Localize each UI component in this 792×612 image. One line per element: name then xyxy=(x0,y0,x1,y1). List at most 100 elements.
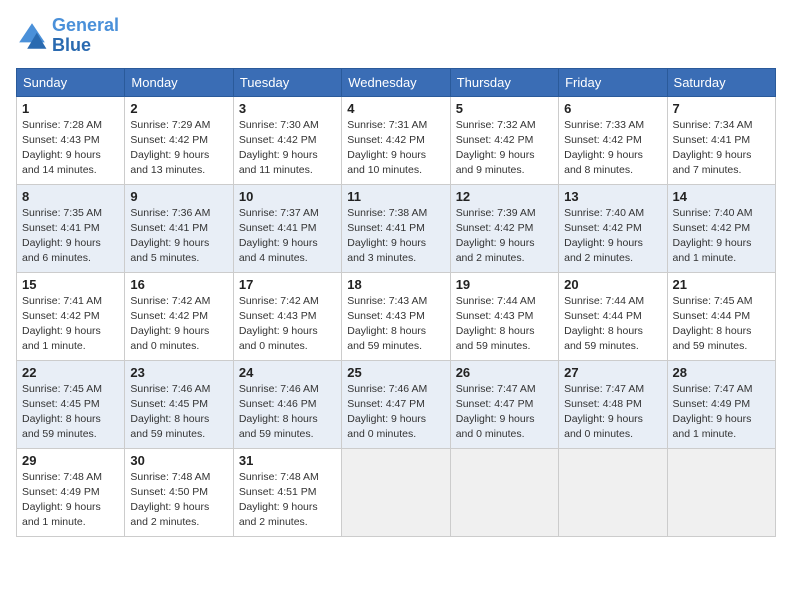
day-info: Sunrise: 7:44 AMSunset: 4:43 PMDaylight:… xyxy=(456,294,553,355)
day-info: Sunrise: 7:48 AMSunset: 4:51 PMDaylight:… xyxy=(239,470,336,531)
day-number: 26 xyxy=(456,365,553,380)
day-info: Sunrise: 7:48 AMSunset: 4:50 PMDaylight:… xyxy=(130,470,227,531)
day-number: 15 xyxy=(22,277,119,292)
day-number: 4 xyxy=(347,101,444,116)
day-info: Sunrise: 7:31 AMSunset: 4:42 PMDaylight:… xyxy=(347,118,444,179)
day-number: 19 xyxy=(456,277,553,292)
calendar-week-row: 15 Sunrise: 7:41 AMSunset: 4:42 PMDayligh… xyxy=(17,272,776,360)
calendar-cell: 20 Sunrise: 7:44 AMSunset: 4:44 PMDayligh… xyxy=(559,272,667,360)
calendar-cell: 13 Sunrise: 7:40 AMSunset: 4:42 PMDayligh… xyxy=(559,184,667,272)
calendar-cell: 27Sunrise: 7:47 AMSunset: 4:48 PMDayligh… xyxy=(559,360,667,448)
day-header-saturday: Saturday xyxy=(667,68,775,96)
day-number: 16 xyxy=(130,277,227,292)
calendar-cell: 28 Sunrise: 7:47 AMSunset: 4:49 PMDayligh… xyxy=(667,360,775,448)
calendar-cell: 11 Sunrise: 7:38 AMSunset: 4:41 PMDayligh… xyxy=(342,184,450,272)
day-number: 20 xyxy=(564,277,661,292)
calendar-cell xyxy=(342,448,450,536)
day-info: Sunrise: 7:32 AMSunset: 4:42 PMDaylight:… xyxy=(456,118,553,179)
day-info: Sunrise: 7:30 AMSunset: 4:42 PMDaylight:… xyxy=(239,118,336,179)
calendar-cell: 3 Sunrise: 7:30 AMSunset: 4:42 PMDaylight… xyxy=(233,96,341,184)
day-info: Sunrise: 7:45 AMSunset: 4:45 PMDaylight:… xyxy=(22,382,119,443)
calendar-cell: 29 Sunrise: 7:48 AMSunset: 4:49 PMDayligh… xyxy=(17,448,125,536)
calendar-cell: 15 Sunrise: 7:41 AMSunset: 4:42 PMDayligh… xyxy=(17,272,125,360)
calendar-week-row: 8 Sunrise: 7:35 AMSunset: 4:41 PMDaylight… xyxy=(17,184,776,272)
day-number: 18 xyxy=(347,277,444,292)
day-info: Sunrise: 7:47 AMSunset: 4:49 PMDaylight:… xyxy=(673,382,770,443)
calendar-cell: 12 Sunrise: 7:39 AMSunset: 4:42 PMDayligh… xyxy=(450,184,558,272)
calendar-cell: 8 Sunrise: 7:35 AMSunset: 4:41 PMDaylight… xyxy=(17,184,125,272)
logo: General Blue xyxy=(16,16,119,56)
day-info: Sunrise: 7:46 AMSunset: 4:46 PMDaylight:… xyxy=(239,382,336,443)
calendar-week-row: 1 Sunrise: 7:28 AMSunset: 4:43 PMDaylight… xyxy=(17,96,776,184)
calendar-cell: 1 Sunrise: 7:28 AMSunset: 4:43 PMDaylight… xyxy=(17,96,125,184)
calendar-cell: 4 Sunrise: 7:31 AMSunset: 4:42 PMDaylight… xyxy=(342,96,450,184)
day-number: 17 xyxy=(239,277,336,292)
calendar-cell: 14 Sunrise: 7:40 AMSunset: 4:42 PMDayligh… xyxy=(667,184,775,272)
day-number: 29 xyxy=(22,453,119,468)
day-info: Sunrise: 7:38 AMSunset: 4:41 PMDaylight:… xyxy=(347,206,444,267)
day-number: 28 xyxy=(673,365,770,380)
calendar-cell: 5Sunrise: 7:32 AMSunset: 4:42 PMDaylight… xyxy=(450,96,558,184)
day-info: Sunrise: 7:39 AMSunset: 4:42 PMDaylight:… xyxy=(456,206,553,267)
calendar-cell xyxy=(559,448,667,536)
logo-text: General Blue xyxy=(52,16,119,56)
calendar: SundayMondayTuesdayWednesdayThursdayFrid… xyxy=(16,68,776,537)
day-number: 14 xyxy=(673,189,770,204)
calendar-cell: 19 Sunrise: 7:44 AMSunset: 4:43 PMDayligh… xyxy=(450,272,558,360)
day-info: Sunrise: 7:40 AMSunset: 4:42 PMDaylight:… xyxy=(564,206,661,267)
calendar-cell xyxy=(667,448,775,536)
calendar-cell: 22 Sunrise: 7:45 AMSunset: 4:45 PMDayligh… xyxy=(17,360,125,448)
day-info: Sunrise: 7:40 AMSunset: 4:42 PMDaylight:… xyxy=(673,206,770,267)
calendar-cell: 24 Sunrise: 7:46 AMSunset: 4:46 PMDayligh… xyxy=(233,360,341,448)
day-info: Sunrise: 7:35 AMSunset: 4:41 PMDaylight:… xyxy=(22,206,119,267)
day-info: Sunrise: 7:34 AMSunset: 4:41 PMDaylight:… xyxy=(673,118,770,179)
day-info: Sunrise: 7:48 AMSunset: 4:49 PMDaylight:… xyxy=(22,470,119,531)
day-number: 21 xyxy=(673,277,770,292)
calendar-cell: 16 Sunrise: 7:42 AMSunset: 4:42 PMDayligh… xyxy=(125,272,233,360)
day-info: Sunrise: 7:47 AMSunset: 4:47 PMDaylight:… xyxy=(456,382,553,443)
day-number: 12 xyxy=(456,189,553,204)
day-info: Sunrise: 7:44 AMSunset: 4:44 PMDaylight:… xyxy=(564,294,661,355)
day-number: 27 xyxy=(564,365,661,380)
calendar-cell: 6 Sunrise: 7:33 AMSunset: 4:42 PMDaylight… xyxy=(559,96,667,184)
day-number: 11 xyxy=(347,189,444,204)
calendar-cell: 30 Sunrise: 7:48 AMSunset: 4:50 PMDayligh… xyxy=(125,448,233,536)
day-number: 3 xyxy=(239,101,336,116)
day-info: Sunrise: 7:41 AMSunset: 4:42 PMDaylight:… xyxy=(22,294,119,355)
calendar-cell: 31 Sunrise: 7:48 AMSunset: 4:51 PMDayligh… xyxy=(233,448,341,536)
day-number: 13 xyxy=(564,189,661,204)
day-number: 6 xyxy=(564,101,661,116)
day-info: Sunrise: 7:28 AMSunset: 4:43 PMDaylight:… xyxy=(22,118,119,179)
calendar-cell: 25 Sunrise: 7:46 AMSunset: 4:47 PMDayligh… xyxy=(342,360,450,448)
day-info: Sunrise: 7:42 AMSunset: 4:42 PMDaylight:… xyxy=(130,294,227,355)
day-info: Sunrise: 7:29 AMSunset: 4:42 PMDaylight:… xyxy=(130,118,227,179)
day-number: 10 xyxy=(239,189,336,204)
day-number: 25 xyxy=(347,365,444,380)
day-number: 8 xyxy=(22,189,119,204)
day-number: 30 xyxy=(130,453,227,468)
day-number: 22 xyxy=(22,365,119,380)
day-number: 9 xyxy=(130,189,227,204)
day-header-sunday: Sunday xyxy=(17,68,125,96)
calendar-cell xyxy=(450,448,558,536)
day-header-thursday: Thursday xyxy=(450,68,558,96)
calendar-week-row: 29 Sunrise: 7:48 AMSunset: 4:49 PMDayligh… xyxy=(17,448,776,536)
calendar-week-row: 22 Sunrise: 7:45 AMSunset: 4:45 PMDayligh… xyxy=(17,360,776,448)
calendar-cell: 26 Sunrise: 7:47 AMSunset: 4:47 PMDayligh… xyxy=(450,360,558,448)
calendar-cell: 7Sunrise: 7:34 AMSunset: 4:41 PMDaylight… xyxy=(667,96,775,184)
day-info: Sunrise: 7:43 AMSunset: 4:43 PMDaylight:… xyxy=(347,294,444,355)
calendar-cell: 21Sunrise: 7:45 AMSunset: 4:44 PMDayligh… xyxy=(667,272,775,360)
day-number: 31 xyxy=(239,453,336,468)
calendar-cell: 23Sunrise: 7:46 AMSunset: 4:45 PMDayligh… xyxy=(125,360,233,448)
day-info: Sunrise: 7:33 AMSunset: 4:42 PMDaylight:… xyxy=(564,118,661,179)
calendar-cell: 18 Sunrise: 7:43 AMSunset: 4:43 PMDayligh… xyxy=(342,272,450,360)
calendar-cell: 9Sunrise: 7:36 AMSunset: 4:41 PMDaylight… xyxy=(125,184,233,272)
page-header: General Blue xyxy=(16,16,776,56)
day-number: 1 xyxy=(22,101,119,116)
calendar-cell: 2Sunrise: 7:29 AMSunset: 4:42 PMDaylight… xyxy=(125,96,233,184)
day-info: Sunrise: 7:46 AMSunset: 4:47 PMDaylight:… xyxy=(347,382,444,443)
day-number: 24 xyxy=(239,365,336,380)
calendar-header-row: SundayMondayTuesdayWednesdayThursdayFrid… xyxy=(17,68,776,96)
logo-icon xyxy=(16,20,48,52)
day-header-tuesday: Tuesday xyxy=(233,68,341,96)
